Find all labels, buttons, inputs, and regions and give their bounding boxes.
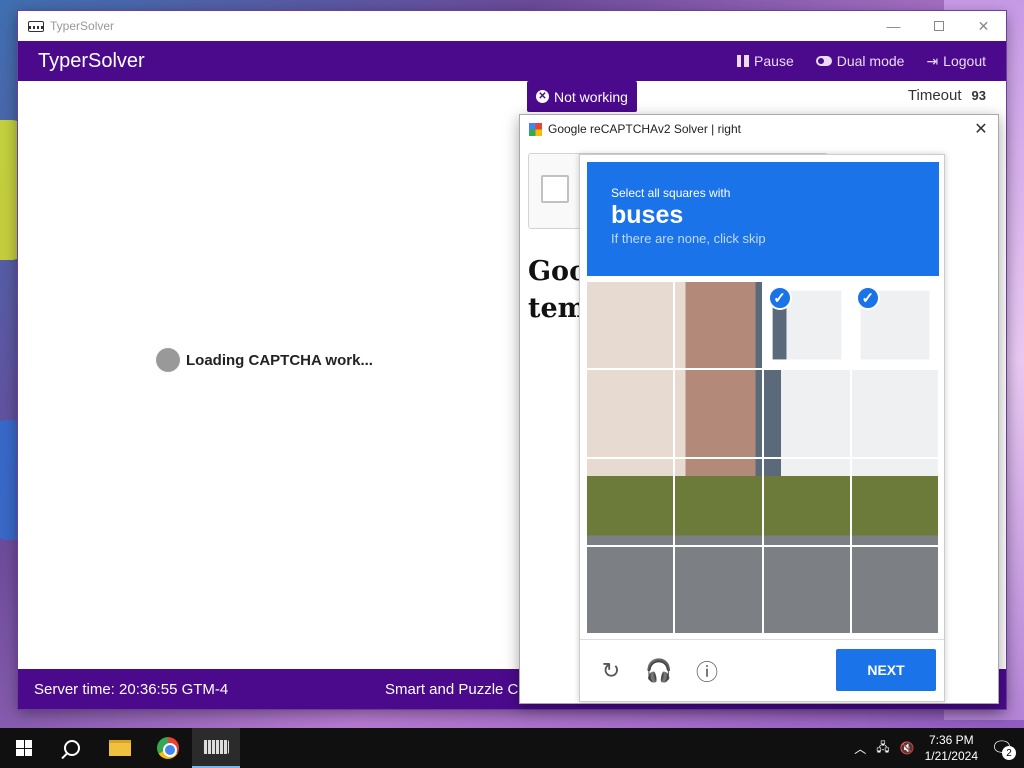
windows-icon (16, 740, 32, 756)
challenge-tile[interactable] (675, 458, 762, 545)
search-icon (64, 740, 80, 756)
network-icon[interactable]: 🖧 (876, 738, 889, 759)
challenge-tile[interactable] (763, 546, 850, 633)
clock-date: 1/21/2024 (924, 749, 978, 763)
challenge-tile[interactable] (587, 370, 674, 457)
clock[interactable]: 7:36 PM 1/21/2024 (925, 732, 978, 764)
challenge-tile[interactable] (587, 282, 674, 369)
next-button[interactable]: NEXT (836, 649, 936, 691)
challenge-tile[interactable]: ✓ (764, 282, 850, 368)
challenge-hint: If there are none, click skip (611, 231, 766, 246)
audio-icon[interactable]: 🎧 (645, 657, 673, 685)
recaptcha-checkbox[interactable] (541, 175, 569, 203)
tile-image (675, 546, 762, 633)
minimize-button[interactable]: — (871, 11, 916, 41)
x-circle-icon: ✕ (536, 90, 549, 103)
logout-label: Logout (943, 53, 986, 69)
keyboard-icon (203, 740, 229, 754)
challenge-tile[interactable] (675, 546, 762, 633)
folder-icon (109, 740, 131, 756)
challenge-tile[interactable] (851, 370, 938, 457)
dual-mode-label: Dual mode (836, 53, 905, 69)
clock-time: 7:36 PM (928, 733, 974, 747)
app-header: TyperSolver Pause Dual mode ⇥ Logout (18, 41, 1006, 81)
tile-image (587, 458, 674, 545)
dual-mode-button[interactable]: Dual mode (815, 53, 905, 70)
pause-button[interactable]: Pause (737, 53, 794, 70)
tile-image (587, 370, 674, 457)
file-explorer-button[interactable] (96, 728, 144, 768)
tile-image (763, 546, 850, 633)
loading-text: Loading CAPTCHA work... (186, 351, 373, 369)
tile-image (851, 458, 938, 545)
tile-image (587, 546, 674, 633)
timeout-value: 93 (971, 88, 986, 103)
window-title: TyperSolver (50, 19, 115, 33)
pause-label: Pause (754, 53, 794, 69)
reload-icon[interactable]: ↻ (597, 657, 625, 685)
challenge-tile[interactable] (851, 546, 938, 633)
system-tray: ︿ 🖧 🔇 7:36 PM 1/21/2024 🗨 2 (854, 732, 1024, 764)
solver-close-button[interactable]: ✕ (964, 119, 998, 139)
search-button[interactable] (48, 728, 96, 768)
challenge-subtitle: Select all squares with (611, 186, 731, 200)
notification-count: 2 (1002, 746, 1016, 760)
challenge-tile[interactable] (763, 458, 850, 545)
tile-image (675, 458, 762, 545)
info-icon[interactable]: ⓘ (693, 657, 721, 685)
tile-image (587, 282, 674, 369)
tile-image (763, 458, 850, 545)
footer-mode-text: Smart and Puzzle C (385, 680, 519, 698)
notification-button[interactable]: 🗨 2 (988, 734, 1016, 762)
challenge-tile[interactable] (675, 282, 762, 369)
chevron-up-icon[interactable]: ︿ (854, 740, 866, 757)
volume-muted-icon[interactable]: 🔇 (900, 741, 915, 755)
challenge-tile[interactable] (675, 370, 762, 457)
typersolver-taskbar-button[interactable] (192, 728, 240, 768)
close-button[interactable]: ✕ (961, 11, 1006, 41)
challenge-tile[interactable] (763, 370, 850, 457)
timeout-display: Timeout 93 (908, 87, 986, 104)
spinner-icon (156, 348, 180, 372)
logout-icon: ⇥ (926, 52, 939, 69)
recaptcha-challenge: Select all squares with buses If there a… (579, 154, 945, 702)
logout-button[interactable]: ⇥ Logout (926, 53, 986, 70)
tile-image (675, 282, 762, 369)
pause-icon (737, 55, 750, 67)
challenge-footer: ↻ 🎧 ⓘ NEXT (580, 639, 944, 701)
tile-image (675, 370, 762, 457)
tile-image (851, 370, 938, 457)
status-badge[interactable]: ✕ Not working (527, 81, 637, 112)
loading-indicator: Loading CAPTCHA work... (156, 348, 373, 372)
app-name: TyperSolver (38, 49, 145, 72)
challenge-target: buses (611, 201, 684, 229)
tile-image (763, 370, 850, 457)
status-label: Not working (554, 88, 628, 105)
maximize-button[interactable] (916, 11, 961, 41)
checkmark-icon: ✓ (855, 286, 880, 310)
server-time: Server time: 20:36:55 GTM-4 (34, 680, 229, 698)
chrome-button[interactable] (144, 728, 192, 768)
challenge-tile[interactable] (587, 458, 674, 545)
checkmark-icon: ✓ (767, 286, 792, 310)
solver-title: Google reCAPTCHAv2 Solver | right (548, 122, 741, 136)
chrome-icon (157, 737, 179, 759)
challenge-tile[interactable] (587, 546, 674, 633)
challenge-header: Select all squares with buses If there a… (587, 162, 939, 276)
google-icon (529, 122, 542, 136)
start-button[interactable] (0, 728, 48, 768)
maximize-icon (933, 21, 944, 31)
timeout-label: Timeout (907, 87, 962, 104)
window-titlebar[interactable]: TyperSolver — ✕ (18, 11, 1006, 41)
solver-titlebar[interactable]: Google reCAPTCHAv2 Solver | right ✕ (520, 115, 998, 143)
challenge-tile[interactable] (851, 458, 938, 545)
taskbar: ︿ 🖧 🔇 7:36 PM 1/21/2024 🗨 2 (0, 728, 1024, 768)
challenge-tile[interactable]: ✓ (852, 282, 938, 368)
challenge-image-grid: ✓ ✓ (587, 282, 938, 633)
tile-image (851, 546, 938, 633)
keyboard-icon (28, 20, 44, 32)
toggle-icon (815, 56, 832, 66)
